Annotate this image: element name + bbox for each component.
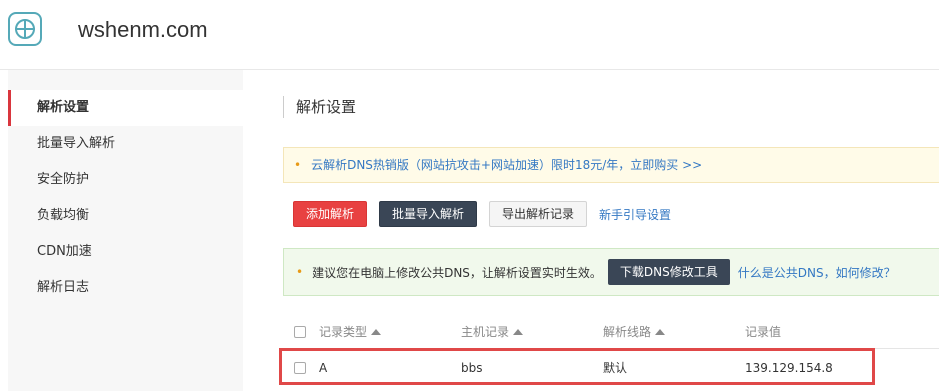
export-records-button[interactable]: 导出解析记录	[489, 201, 588, 227]
sidebar-item-batch-import[interactable]: 批量导入解析	[8, 126, 243, 162]
page-title: 解析设置	[283, 96, 356, 118]
column-header-value: 记录值	[745, 325, 782, 339]
public-dns-help-link[interactable]: 什么是公共DNS，如何修改？	[738, 264, 896, 281]
site-logo	[8, 12, 42, 46]
sort-up-icon	[513, 329, 524, 335]
sidebar-item-cdn[interactable]: CDN加速	[8, 234, 243, 270]
row-highlight-box	[279, 348, 875, 385]
sidebar-item-logs[interactable]: 解析日志	[8, 270, 243, 306]
public-dns-tip: • 建议您在电脑上修改公共DNS，让解析设置实时生效。 下载DNS修改工具 什么…	[283, 248, 939, 296]
site-name: wshenm.com	[78, 17, 208, 42]
bullet-icon: •	[296, 265, 304, 279]
sidebar-item-security[interactable]: 安全防护	[8, 162, 243, 198]
download-dns-tool-button[interactable]: 下载DNS修改工具	[607, 259, 730, 285]
column-header-host[interactable]: 主机记录	[461, 315, 524, 349]
select-all-checkbox[interactable]	[294, 326, 306, 338]
column-header-line[interactable]: 解析线路	[603, 315, 666, 349]
main-content: 解析设置 • 云解析DNS热销版（网站抗攻击+网站加速）限时18元/年，立即购买 …	[243, 70, 939, 391]
bullet-icon: •	[294, 158, 302, 172]
add-record-button[interactable]: 添加解析	[293, 201, 368, 227]
promo-notice-text[interactable]: 云解析DNS热销版（网站抗攻击+网站加速）限时18元/年，立即购买 >>	[311, 158, 702, 172]
header: wshenm.com	[0, 0, 939, 70]
toolbar: 添加解析 批量导入解析 导出解析记录 新手引导设置	[293, 201, 671, 227]
table-header: 记录类型 主机记录 解析线路 记录值	[283, 315, 939, 349]
guide-link[interactable]: 新手引导设置	[599, 206, 671, 223]
sort-up-icon	[371, 329, 382, 335]
dns-tip-text: 建议您在电脑上修改公共DNS，让解析设置实时生效。	[312, 265, 602, 280]
column-header-type[interactable]: 记录类型	[319, 315, 382, 349]
batch-import-button[interactable]: 批量导入解析	[379, 201, 478, 227]
sidebar: 解析设置 批量导入解析 安全防护 负载均衡 CDN加速 解析日志	[8, 70, 243, 391]
sidebar-item-dns-settings[interactable]: 解析设置	[8, 90, 243, 126]
promo-notice[interactable]: • 云解析DNS热销版（网站抗攻击+网站加速）限时18元/年，立即购买 >>	[283, 147, 939, 183]
globe-icon	[15, 19, 35, 39]
sidebar-item-load-balance[interactable]: 负载均衡	[8, 198, 243, 234]
sort-up-icon	[655, 329, 666, 335]
